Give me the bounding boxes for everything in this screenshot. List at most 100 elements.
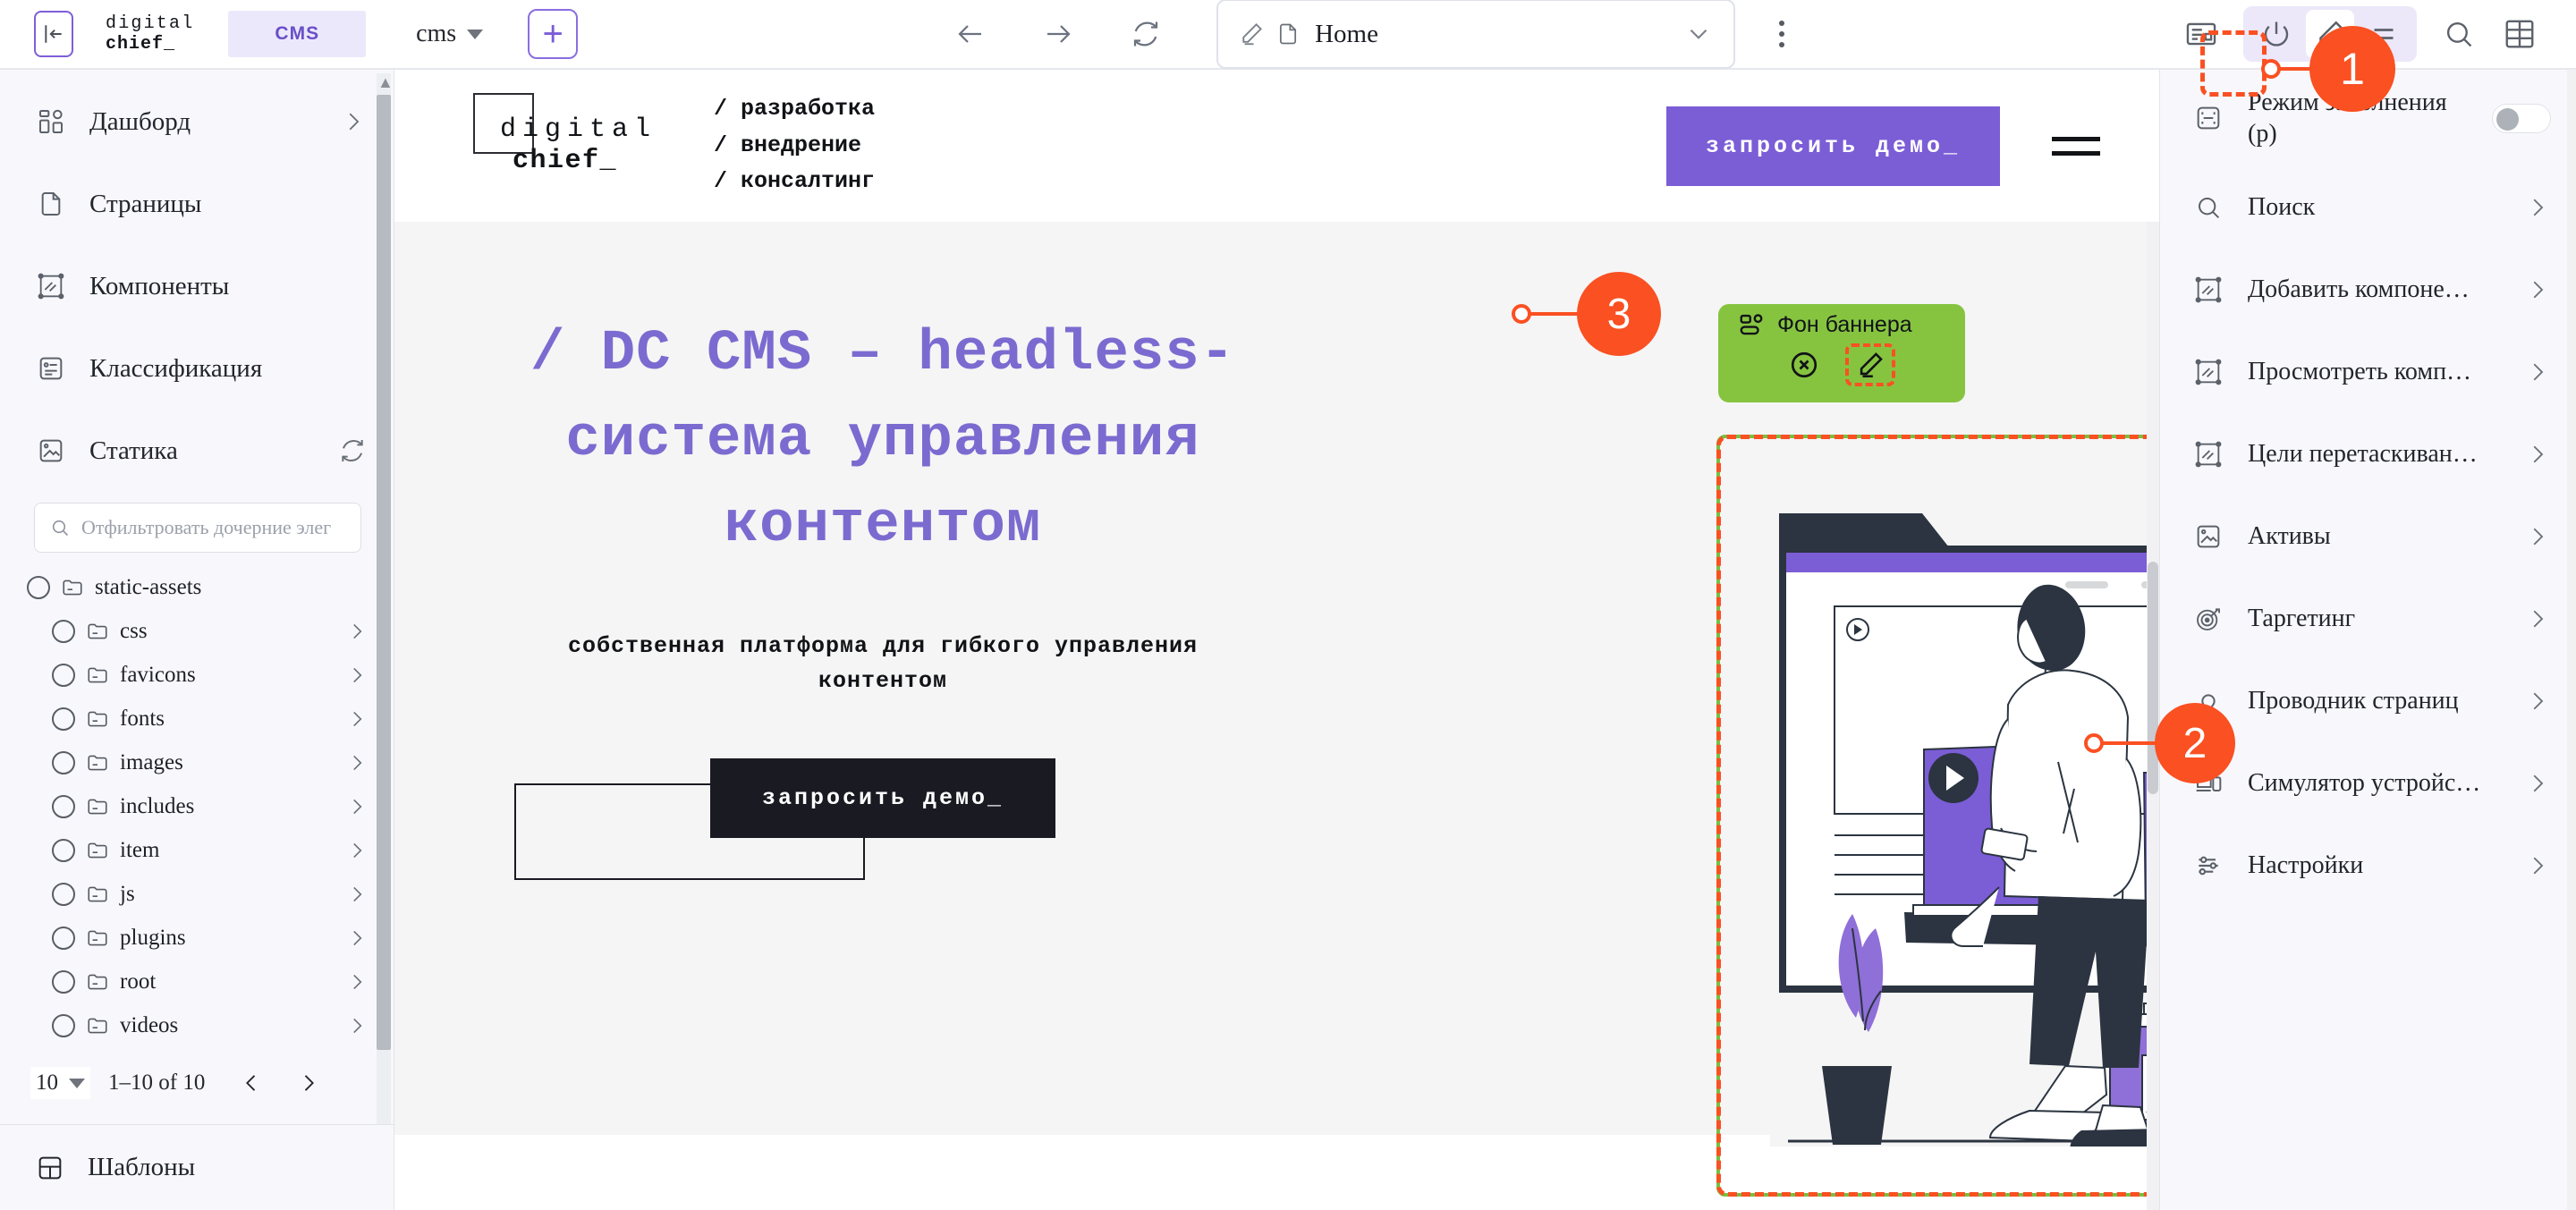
folder-icon bbox=[86, 970, 109, 994]
rp-item-add-component[interactable]: Добавить компоне… bbox=[2160, 249, 2576, 331]
tree-row-label: favicons bbox=[120, 662, 196, 687]
site-nav-item[interactable]: / внедрение bbox=[714, 128, 875, 165]
tree-row[interactable]: root bbox=[27, 960, 394, 1003]
chevron-right-icon[interactable] bbox=[345, 795, 369, 818]
page-size-select[interactable]: 10 bbox=[30, 1067, 90, 1099]
radio-icon[interactable] bbox=[52, 926, 75, 950]
hamburger-menu-icon[interactable] bbox=[2052, 136, 2100, 156]
brand-logo: digital chief_ bbox=[106, 13, 194, 55]
radio-icon[interactable] bbox=[52, 619, 75, 643]
tree-row[interactable]: plugins bbox=[27, 916, 394, 960]
component-edit-highlight bbox=[1845, 343, 1895, 386]
refresh-icon[interactable] bbox=[1122, 10, 1170, 58]
rp-item-assets[interactable]: Активы bbox=[2160, 495, 2576, 578]
site-nav-item[interactable]: / разработка bbox=[714, 91, 875, 128]
site-logo: digital chief_ bbox=[473, 92, 657, 178]
hero-cta-button[interactable]: запросить демо_ bbox=[709, 757, 1056, 838]
folder-icon bbox=[86, 751, 109, 774]
site-nav-item[interactable]: / консалтинг bbox=[714, 164, 875, 200]
left-sidebar: Дашборд Страницы Компоненты Классификаци… bbox=[0, 70, 394, 1210]
rp-item-drop-targets[interactable]: Цели перетаскиван… bbox=[2160, 413, 2576, 495]
sidebar-item-static[interactable]: Статика bbox=[0, 410, 394, 492]
chevron-right-icon[interactable] bbox=[345, 883, 369, 906]
settings-sliders-icon bbox=[2192, 851, 2224, 880]
sidebar-item-components[interactable]: Компоненты bbox=[0, 245, 394, 327]
scrollbar-thumb[interactable] bbox=[377, 95, 391, 1050]
radio-icon[interactable] bbox=[52, 1013, 75, 1037]
tree-row[interactable]: static-assets bbox=[27, 565, 394, 609]
chevron-left-icon[interactable] bbox=[239, 1070, 264, 1096]
folder-icon bbox=[86, 707, 109, 731]
fill-mode-toggle[interactable] bbox=[2492, 103, 2551, 133]
search-icon[interactable] bbox=[2433, 8, 2485, 60]
sidebar-scrollbar[interactable]: ▲ bbox=[377, 73, 394, 1124]
chevron-right-icon[interactable] bbox=[345, 707, 369, 731]
sidebar-item-pages[interactable]: Страницы bbox=[0, 163, 394, 245]
grid-icon[interactable] bbox=[2494, 8, 2546, 60]
site-nav-item-label: / внедрение bbox=[714, 131, 862, 158]
rp-item-label: Поиск bbox=[2248, 193, 2316, 221]
tree-row-label: videos bbox=[120, 1012, 179, 1037]
radio-icon[interactable] bbox=[27, 575, 50, 599]
page-selector[interactable]: Home bbox=[1216, 0, 1736, 69]
tree-row[interactable]: includes bbox=[27, 784, 394, 828]
tree-row[interactable]: videos bbox=[27, 1003, 394, 1047]
filter-children-input[interactable]: Отфильтровать дочерние элег bbox=[34, 503, 361, 553]
page-size-value: 10 bbox=[36, 1070, 58, 1095]
chevron-right-icon[interactable] bbox=[345, 1014, 369, 1037]
rp-item-settings[interactable]: Настройки bbox=[2160, 825, 2576, 907]
radio-icon[interactable] bbox=[52, 663, 75, 687]
tree-row[interactable]: css bbox=[27, 609, 394, 653]
chevron-right-icon[interactable] bbox=[345, 751, 369, 774]
chevron-right-icon[interactable] bbox=[345, 970, 369, 994]
navigation-icons bbox=[946, 10, 1170, 58]
radio-icon[interactable] bbox=[52, 969, 75, 994]
radio-icon[interactable] bbox=[52, 707, 75, 731]
site-selector[interactable]: cms bbox=[416, 20, 484, 48]
chevron-right-icon[interactable] bbox=[345, 620, 369, 643]
more-vertical-icon[interactable] bbox=[1757, 9, 1807, 59]
sidebar-item-templates[interactable]: Шаблоны bbox=[0, 1124, 394, 1210]
rp-item-targeting[interactable]: Таргетинг bbox=[2160, 578, 2576, 660]
radio-icon[interactable] bbox=[52, 882, 75, 906]
tree-row[interactable]: fonts bbox=[27, 697, 394, 740]
sidebar-item-dashboard[interactable]: Дашборд bbox=[0, 80, 394, 163]
rp-item-search[interactable]: Поиск bbox=[2160, 166, 2576, 249]
chevron-right-icon[interactable] bbox=[345, 927, 369, 950]
rp-item-view-components[interactable]: Просмотреть комп… bbox=[2160, 331, 2576, 413]
radio-icon[interactable] bbox=[52, 750, 75, 774]
radio-icon[interactable] bbox=[52, 794, 75, 818]
callout-2-anchor-dot bbox=[2084, 733, 2104, 753]
remove-circle-icon[interactable] bbox=[1788, 349, 1820, 381]
dashboard-icon bbox=[36, 107, 66, 136]
component-badge[interactable]: Фон баннера bbox=[1718, 304, 1965, 402]
tree-row[interactable]: item bbox=[27, 828, 394, 872]
tree-row[interactable]: favicons bbox=[27, 653, 394, 697]
add-button[interactable]: + bbox=[528, 9, 579, 59]
folder-icon bbox=[86, 927, 109, 950]
chevron-right-icon[interactable] bbox=[296, 1070, 321, 1096]
header-cta-button[interactable]: запросить демо_ bbox=[1665, 106, 2000, 186]
collapse-sidebar-button[interactable] bbox=[34, 11, 73, 57]
canvas-scrollbar[interactable] bbox=[2147, 222, 2159, 1210]
selected-component-outline[interactable]: W bbox=[1716, 435, 2159, 1197]
arrow-right-icon[interactable] bbox=[1034, 10, 1082, 58]
refresh-icon[interactable] bbox=[338, 436, 367, 465]
rp-item-label: Просмотреть комп… bbox=[2248, 358, 2472, 385]
callout-3: 3 bbox=[1577, 272, 1661, 356]
pencil-icon[interactable] bbox=[1855, 350, 1885, 380]
right-panel-scrollbar[interactable] bbox=[2567, 70, 2576, 1210]
scrollbar-thumb[interactable] bbox=[2148, 562, 2158, 794]
radio-icon[interactable] bbox=[52, 838, 75, 862]
scroll-up-icon[interactable]: ▲ bbox=[377, 73, 394, 92]
chevron-right-icon[interactable] bbox=[345, 664, 369, 687]
callout-3-leader-line bbox=[1522, 312, 1585, 316]
chevron-right-icon bbox=[2524, 605, 2551, 632]
chevron-right-icon[interactable] bbox=[345, 839, 369, 862]
site-nav-item-label: / разработка bbox=[714, 96, 876, 123]
sidebar-item-classification[interactable]: Классификация bbox=[0, 327, 394, 410]
tree-row[interactable]: js bbox=[27, 872, 394, 916]
arrow-left-icon[interactable] bbox=[946, 10, 995, 58]
tree-row[interactable]: images bbox=[27, 740, 394, 784]
template-icon bbox=[36, 1154, 64, 1182]
